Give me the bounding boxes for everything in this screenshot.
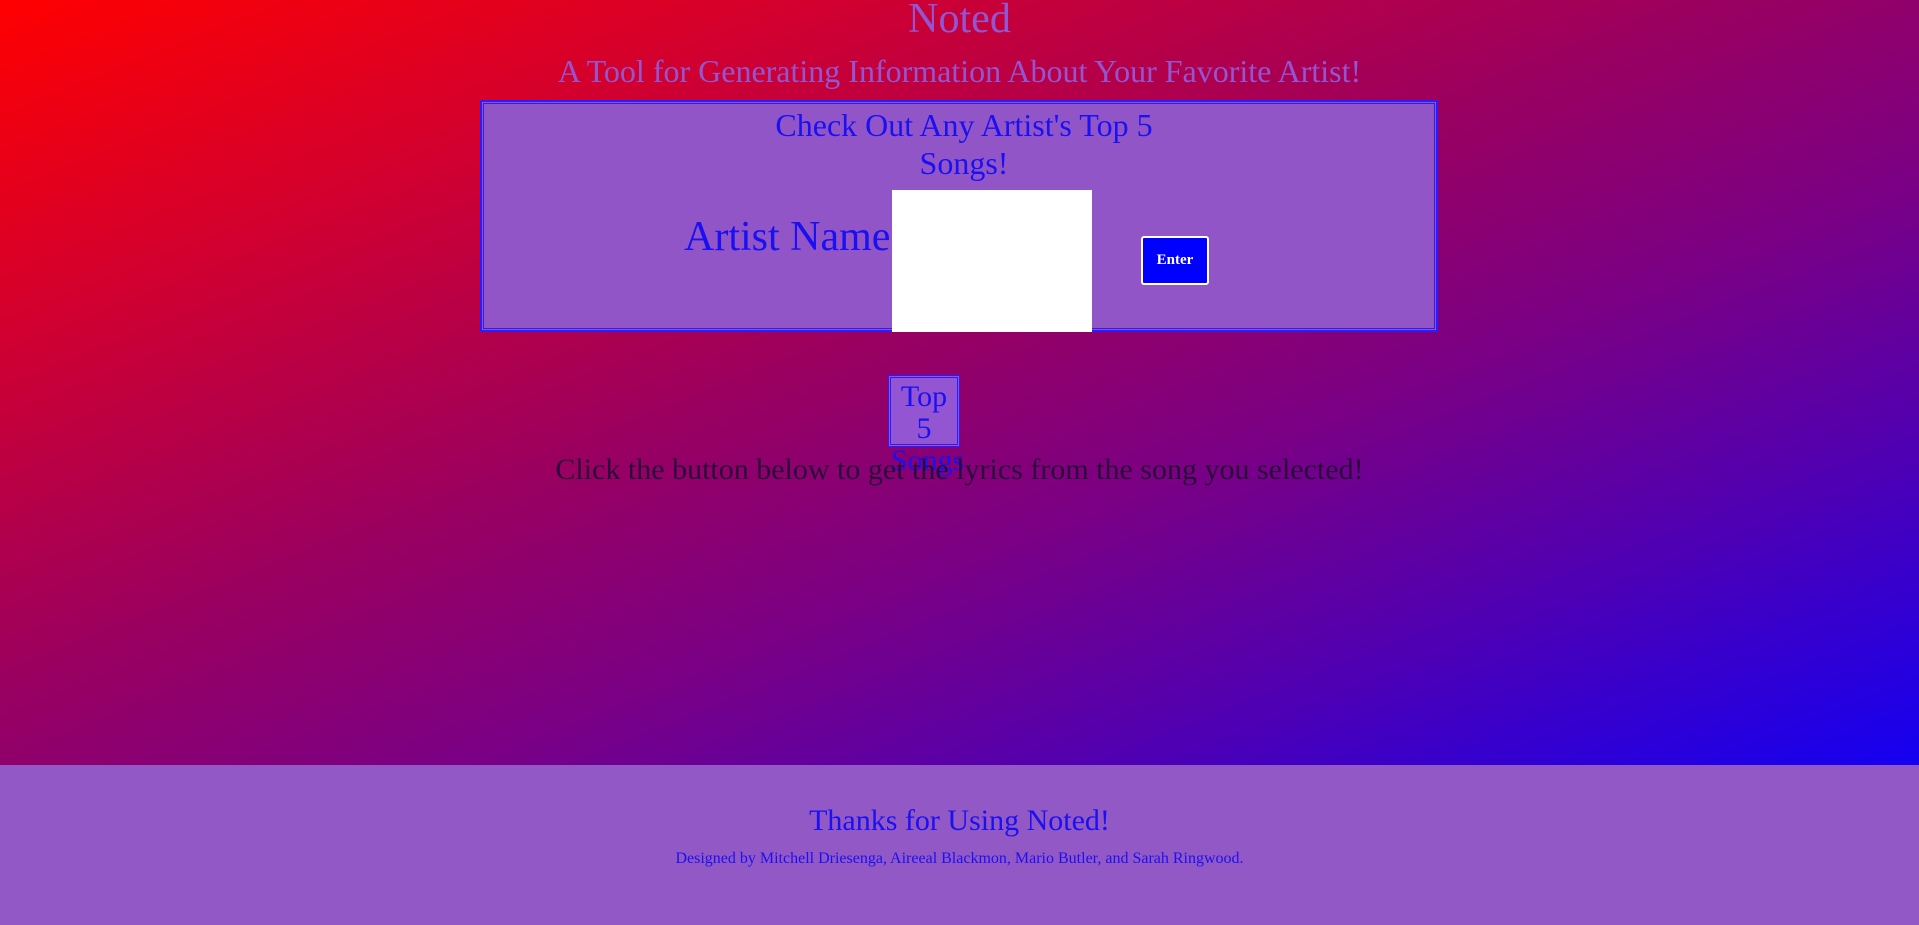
artist-search-panel: Check Out Any Artist's Top 5 Songs! Arti… bbox=[480, 100, 1438, 332]
footer-thanks: Thanks for Using Noted! bbox=[809, 804, 1110, 837]
enter-button[interactable]: Enter bbox=[1141, 236, 1209, 285]
footer-credits: Designed by Mitchell Driesenga, Aireeal … bbox=[675, 850, 1244, 867]
lyrics-instructions: Click the button below to get the lyrics… bbox=[555, 453, 1364, 486]
artist-name-label: Artist Name bbox=[684, 214, 891, 260]
artist-name-input[interactable] bbox=[892, 190, 1092, 332]
footer: Thanks for Using Noted! Designed by Mitc… bbox=[0, 765, 1919, 925]
top5-songs-box: Top 5 Songs bbox=[888, 375, 964, 477]
site-title: Noted bbox=[908, 0, 1011, 42]
site-subtitle: A Tool for Generating Information About … bbox=[557, 53, 1362, 89]
main-section: Noted A Tool for Generating Information … bbox=[0, 0, 1919, 765]
panel-heading: Check Out Any Artist's Top 5 Songs! bbox=[775, 107, 1153, 182]
